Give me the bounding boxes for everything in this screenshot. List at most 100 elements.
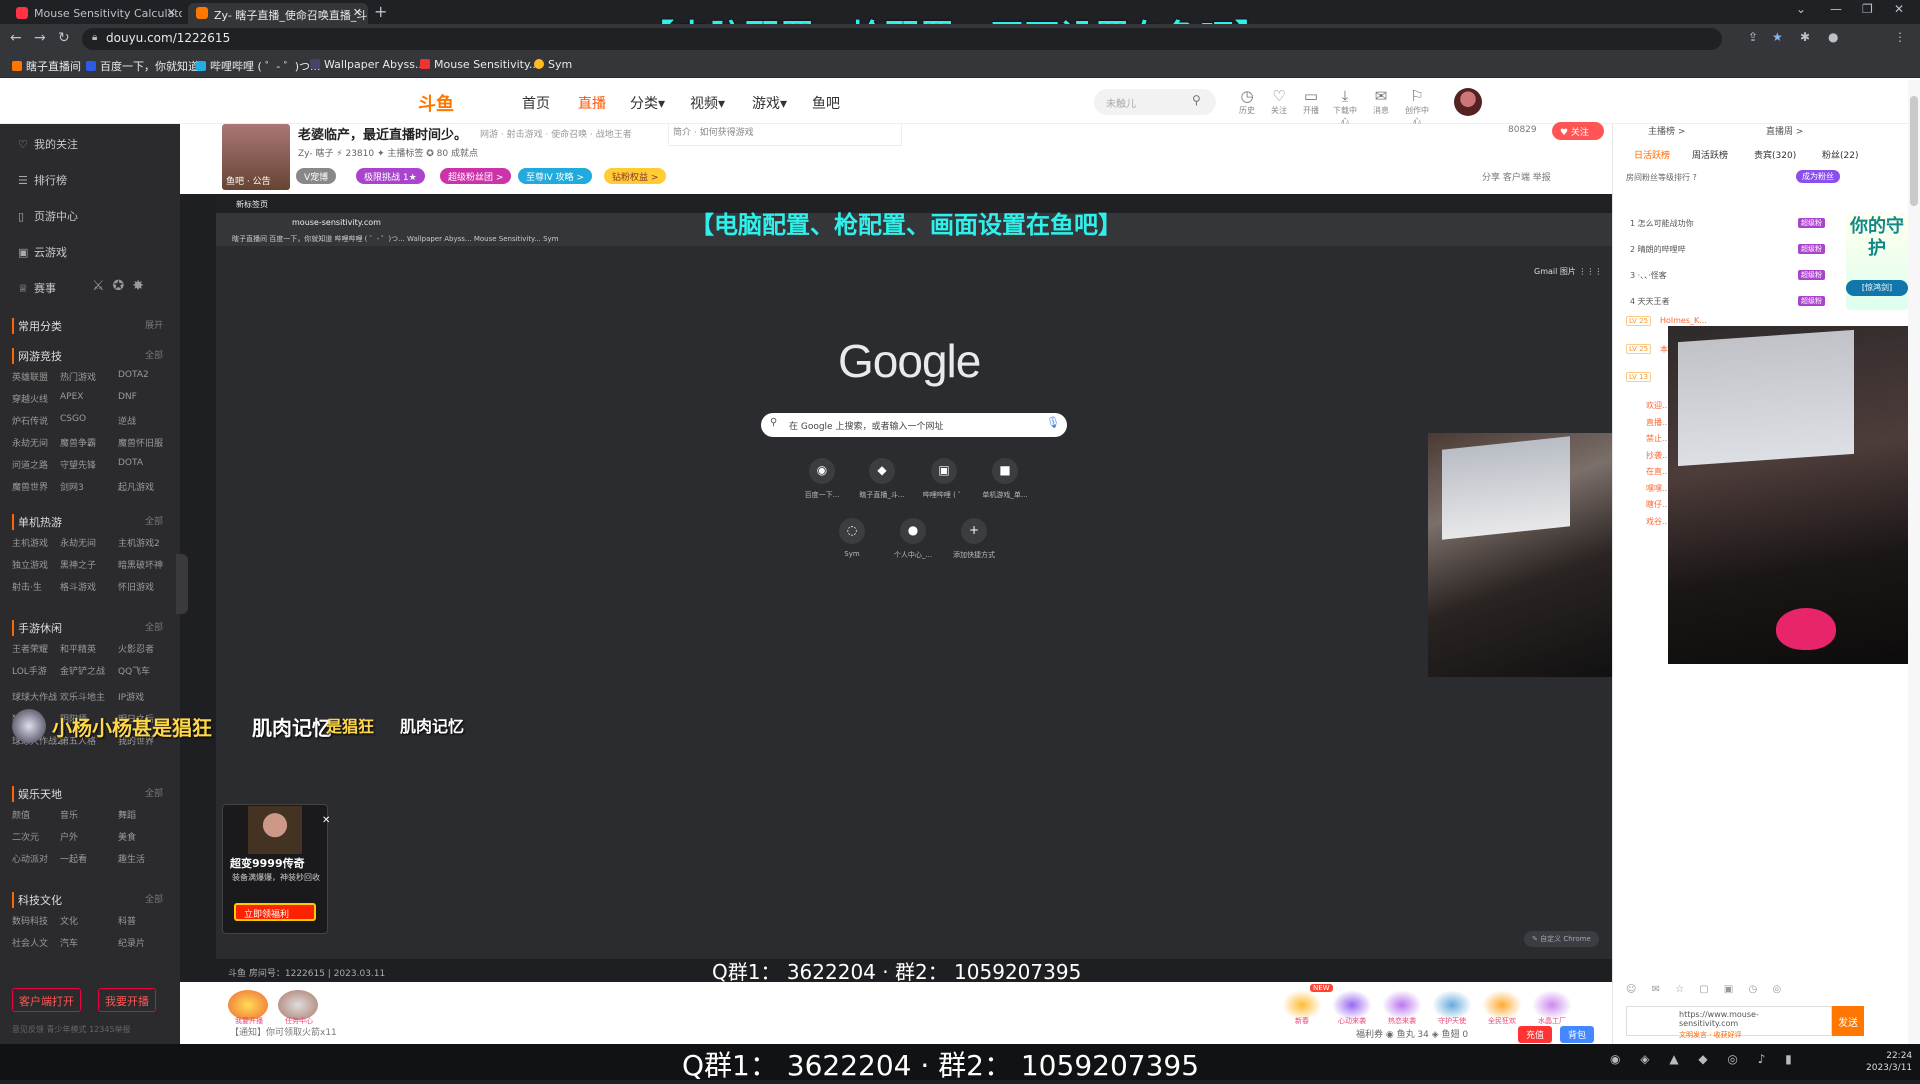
room-tag[interactable]: 钻粉权益 > [604,168,667,184]
sidebar-item-esports[interactable]: ♕ 赛事 [18,280,56,296]
rank-row[interactable]: 3 ·、、·怪客 [1630,270,1667,281]
sidebar-game-link[interactable]: 主机游戏 [12,536,48,549]
sidebar-game-link[interactable]: 金铲铲之战 [60,664,105,677]
bookmark-item[interactable]: 瞎子直播间 [12,58,81,74]
avatar[interactable] [1454,88,1482,116]
sidebar-game-link[interactable]: 守望先锋 [60,458,96,471]
rank-row[interactable]: 4 天天王者 [1630,296,1670,307]
nav-category[interactable]: 分类▾ [630,93,665,113]
sidebar-item-cloud[interactable]: ▣ 云游戏 [18,244,67,260]
sidebar-game-link[interactable]: 热门游戏 [60,370,96,383]
bookmark-star-icon[interactable]: ★ [1772,30,1783,44]
sidebar-game-link[interactable]: 文化 [60,914,78,927]
recharge-button[interactable]: 充值 [1518,1026,1553,1043]
wallet-links[interactable]: 福利券 ◉ 鱼丸 34 ◈ 鱼翅 0 [1356,1027,1468,1040]
sidebar-game-link[interactable]: 和平精英 [60,642,96,655]
sidebar-game-link[interactable]: 王者荣耀 [12,642,48,655]
become-fan-button[interactable]: 成为粉丝 [1796,170,1840,183]
esports-logos-icon[interactable]: ⚔✪✸ [92,278,152,294]
sidebar-item-follow[interactable]: ♡ 我的关注 [18,136,78,152]
sidebar-item-webgame[interactable]: ▯ 页游中心 [18,208,78,224]
system-tray[interactable]: ◉ ◈ ▲ ◆ ◎ ♪ ▮ [1610,1052,1800,1066]
sidebar-game-link[interactable]: 独立游戏 [12,558,48,571]
backpack-button[interactable]: 背包 [1560,1026,1595,1043]
sidebar-game-link[interactable]: 颜值 [12,808,30,821]
tab-douyu[interactable]: Zy- 瞎子直播_使命召唤直播_斗鱼 ✕ [188,3,368,24]
room-tag[interactable]: 超级粉丝团 > [440,168,512,184]
sidebar-collapse-handle[interactable] [176,554,188,614]
tab-daily[interactable]: 日活跃榜 [1634,148,1670,161]
menu-icon[interactable]: ⋮ [1894,30,1906,44]
sidebar-game-link[interactable]: 射击·生 [12,580,42,593]
window-close-icon[interactable]: ✕ [1894,2,1904,16]
sidebar-game-link[interactable]: 二次元 [12,830,39,843]
sidebar-game-link[interactable]: 纪录片 [118,936,145,949]
history-icon[interactable]: ◷ 历史 [1232,87,1262,116]
sidebar-section-more[interactable]: 全部 [145,620,163,633]
sidebar-game-link[interactable]: 美食 [118,830,136,843]
sidebar-game-link[interactable]: 问道之路 [12,458,48,471]
sidebar-footer[interactable]: 意见反馈 青少年模式 12345举报 [12,1024,131,1035]
follow-icon[interactable]: ♡ 关注 [1264,87,1294,116]
sidebar-section-more[interactable]: 全部 [145,348,163,361]
sidebar-game-link[interactable]: LOL手游 [12,664,47,677]
sidebar-game-link[interactable]: 社会人文 [12,936,48,949]
share-icon[interactable]: ⇪ [1748,30,1758,44]
bookmark-item[interactable]: Wallpaper Abyss... [310,58,426,71]
bookmark-item[interactable]: Mouse Sensitivity... [420,58,539,71]
new-tab-button[interactable]: + [374,2,387,21]
sidebar-game-link[interactable]: 怀旧游戏 [118,580,154,593]
sidebar-game-link[interactable]: 永劫无间 [12,436,48,449]
profile-icon[interactable]: ● [1828,30,1838,44]
room-tag[interactable]: 至尊IV 攻略 > [518,168,593,184]
sidebar-game-link[interactable]: DNF [118,392,137,402]
url-field[interactable] [82,28,1722,50]
sidebar-game-link[interactable]: 英雄联盟 [12,370,48,383]
sidebar-game-link[interactable]: 音乐 [60,808,78,821]
nav-home[interactable]: 首页 [522,93,550,113]
sidebar-game-link[interactable]: 格斗游戏 [60,580,96,593]
live-week-link[interactable]: 直播周 > [1766,124,1803,137]
sidebar-game-link[interactable]: 户外 [60,830,78,843]
tab-vip[interactable]: 贵宾(320) [1754,148,1796,161]
extensions-icon[interactable]: ✱ [1800,30,1810,44]
message-icon[interactable]: ✉ 消息 [1366,87,1396,116]
sidebar-game-link[interactable]: 黑神之子 [60,558,96,571]
nav-yuba[interactable]: 鱼吧 [812,93,840,113]
search-icon[interactable]: ⚲ [1192,93,1201,107]
sidebar-game-link[interactable]: 魔兽世界 [12,480,48,493]
sidebar-section-more[interactable]: 全部 [145,514,163,527]
sidebar-game-link[interactable]: 永劫无间 [60,536,96,549]
breadcrumb[interactable]: 网游 · 射击游戏 · 使命召唤 · 战地王者 [480,127,632,140]
back-icon[interactable]: ← [10,30,22,46]
sidebar-game-link[interactable]: 火影忍者 [118,642,154,655]
rank-row[interactable]: 1 怎么可能战功你 [1630,218,1694,229]
close-icon[interactable]: ✕ [167,6,176,19]
nav-games[interactable]: 游戏▾ [752,93,787,113]
nav-video[interactable]: 视频▾ [690,93,725,113]
sidebar-section-more[interactable]: 全部 [145,786,163,799]
bookmark-item[interactable]: 哔哩哔哩 ( ゜- ゜)つ... [196,58,321,74]
sidebar-section-more[interactable]: 全部 [145,892,163,905]
sidebar-game-link[interactable]: 暗黑破坏神 [118,558,163,571]
ad-claim-button[interactable]: 立即领福利 [234,903,316,921]
sidebar-item-rank[interactable]: ☰ 排行榜 [18,172,67,188]
sidebar-game-link[interactable]: 魔兽怀旧服 [118,436,163,449]
taskbar-clock[interactable]: 22:24 2023/3/11 [1866,1050,1912,1074]
sidebar-game-link[interactable]: QQ飞车 [118,664,150,677]
sidebar-game-link[interactable]: 穿越火线 [12,392,48,405]
download-icon[interactable]: ⤓ 下载中心 [1330,87,1360,127]
sidebar-game-link[interactable]: DOTA2 [118,370,149,380]
chat-input[interactable]: https://www.mouse-sensitivity.com 文明发言 ·… [1626,1006,1832,1039]
sidebar-game-link[interactable]: 一起看 [60,852,87,865]
minimize-icon[interactable]: — [1830,2,1842,16]
chat-tools[interactable]: ☺ ✉ ☆ ▢ ▣ ◷ ◎ [1626,984,1787,995]
tab-mouse-sensitivity[interactable]: Mouse Sensitivity Calculator a ✕ [8,3,182,24]
bookmark-item[interactable]: 百度一下，你就知道 [86,58,199,74]
sidebar-game-link[interactable]: APEX [60,392,83,402]
sidebar-game-link[interactable]: 魔兽争霸 [60,436,96,449]
anchor-rank-link[interactable]: 主播榜 > [1648,124,1685,137]
sidebar-game-link[interactable]: CSGO [60,414,86,424]
send-button[interactable]: 发送 [1832,1006,1864,1036]
room-tag[interactable]: 极限挑战 1★ [356,168,425,184]
